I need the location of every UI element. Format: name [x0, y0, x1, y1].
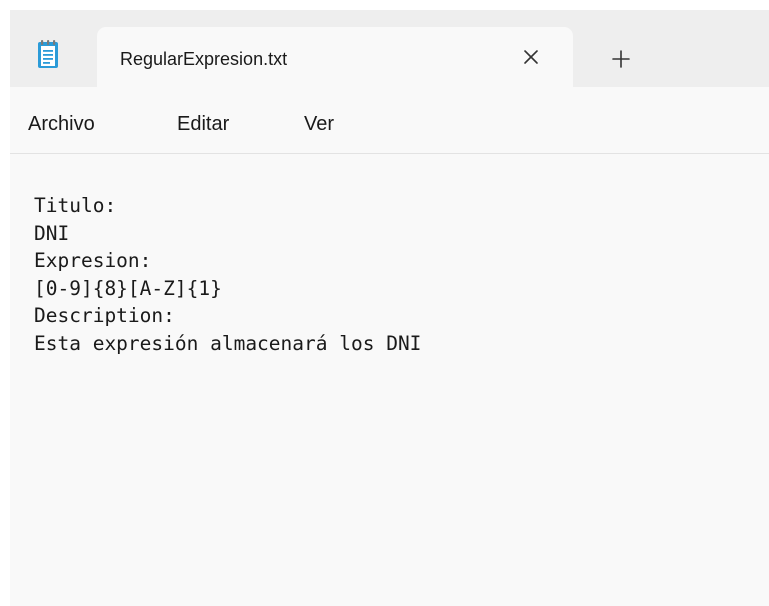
editor-line: Esta expresión almacenará los DNI: [34, 331, 422, 355]
menu-editar[interactable]: Editar: [177, 112, 229, 136]
tab-regularexpresion[interactable]: RegularExpresion.txt: [97, 27, 573, 87]
new-tab-icon[interactable]: [609, 47, 633, 71]
menu-ver[interactable]: Ver: [304, 112, 334, 136]
editor-line: DNI: [34, 221, 70, 245]
editor-line: Expresion:: [34, 249, 152, 272]
screenshot-frame: RegularExpresion.txt Archivo Editar Ver …: [0, 0, 769, 606]
tab-title: RegularExpresion.txt: [120, 49, 288, 69]
notepad-icon: [38, 40, 58, 68]
notepad-window: RegularExpresion.txt Archivo Editar Ver …: [10, 10, 769, 606]
menu-bar: Archivo Editar Ver: [10, 87, 769, 154]
close-tab-icon[interactable]: [518, 44, 544, 70]
editor-line: [0-9]{8}[A-Z]{1}: [34, 276, 222, 300]
editor-line: Titulo:: [34, 194, 117, 217]
editor-text[interactable]: Titulo: DNI Expresion: [0-9]{8}[A-Z]{1} …: [34, 192, 421, 357]
text-editor[interactable]: Titulo: DNI Expresion: [0-9]{8}[A-Z]{1} …: [10, 154, 769, 606]
title-bar[interactable]: RegularExpresion.txt: [10, 10, 769, 87]
editor-line: Description:: [34, 304, 175, 327]
menu-archivo[interactable]: Archivo: [28, 112, 95, 136]
